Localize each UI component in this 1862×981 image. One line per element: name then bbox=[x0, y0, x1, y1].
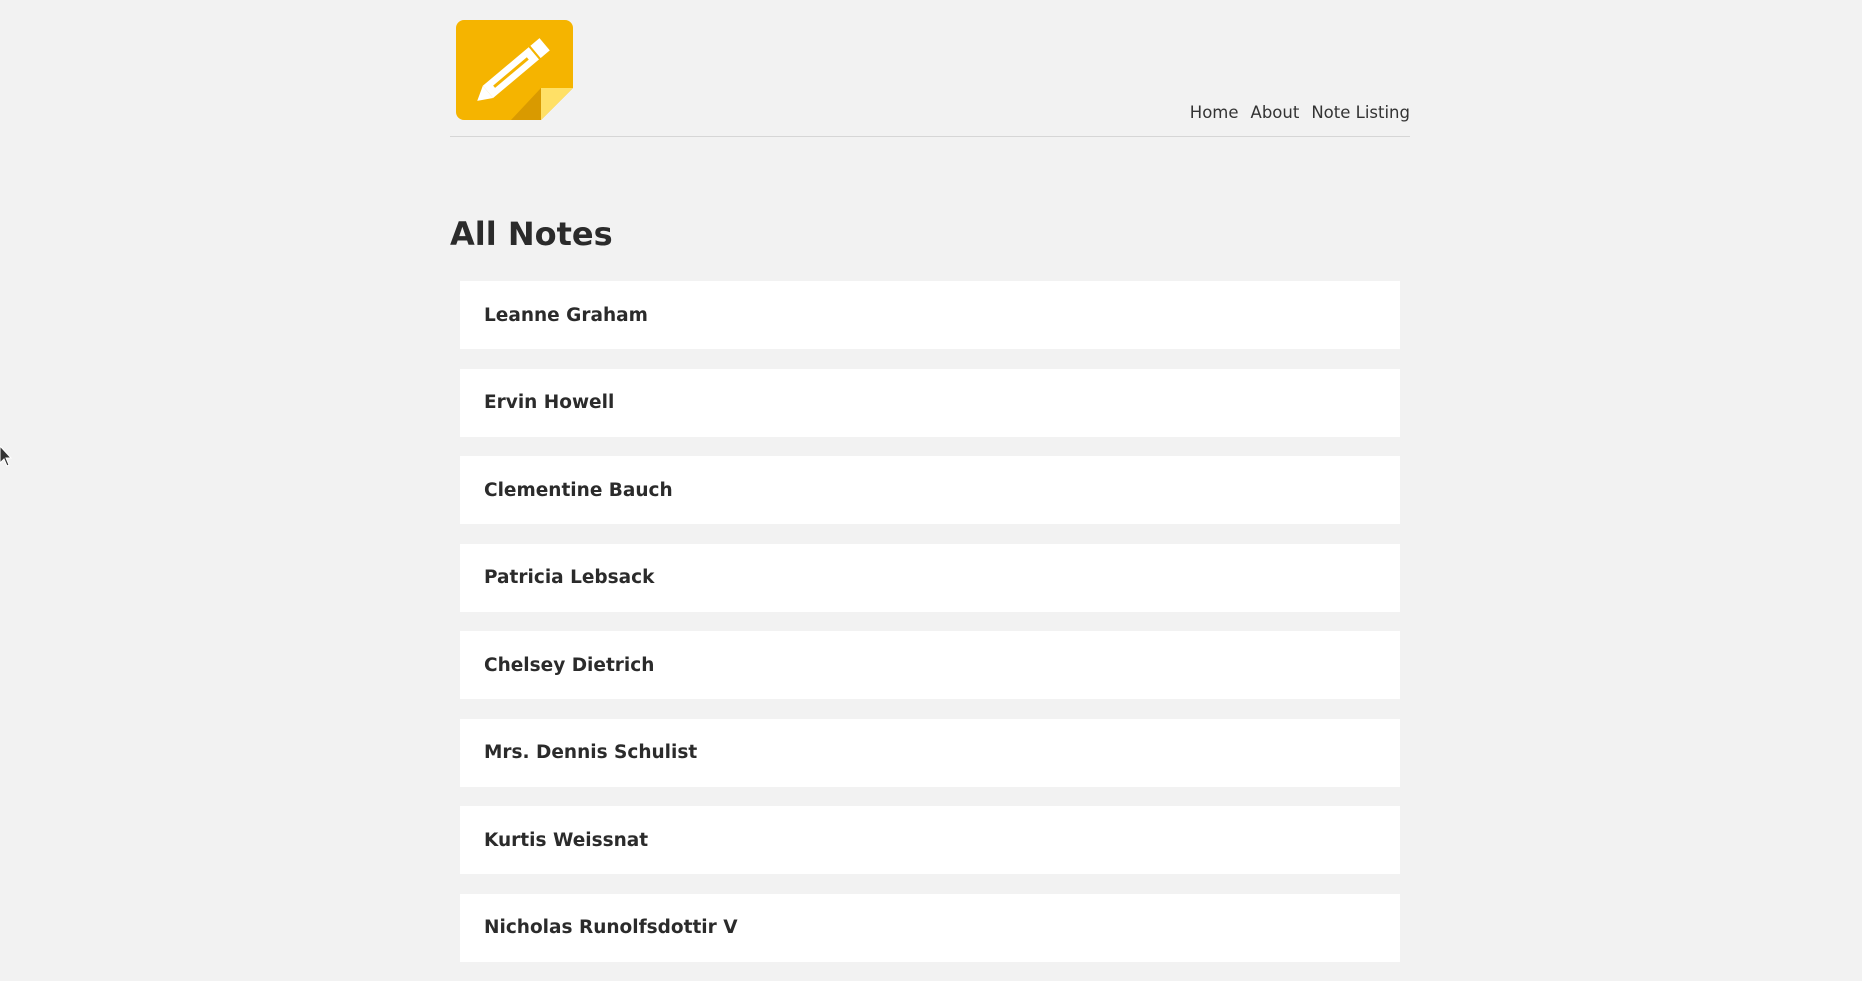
site-header: Home About Note Listing bbox=[450, 0, 1410, 137]
nav-note-listing-link[interactable]: Note Listing bbox=[1311, 103, 1410, 122]
note-item[interactable]: Clementine Bauch bbox=[460, 456, 1400, 524]
note-item[interactable]: Chelsey Dietrich bbox=[460, 631, 1400, 699]
mouse-pointer-icon bbox=[0, 446, 12, 467]
page-title: All Notes bbox=[450, 215, 613, 253]
note-item[interactable]: Nicholas Runolfsdottir V bbox=[460, 893, 1400, 962]
note-item[interactable]: Patricia Lebsack bbox=[460, 543, 1400, 612]
note-item[interactable]: Kurtis Weissnat bbox=[460, 806, 1400, 874]
note-item[interactable]: Ervin Howell bbox=[460, 368, 1400, 437]
notes-list: Leanne Graham Ervin Howell Clementine Ba… bbox=[460, 281, 1400, 981]
page-container: Home About Note Listing All Notes Leanne… bbox=[450, 0, 1410, 962]
note-item[interactable]: Mrs. Dennis Schulist bbox=[460, 718, 1400, 787]
nav-about-link[interactable]: About bbox=[1251, 103, 1300, 122]
main-nav: Home About Note Listing bbox=[1190, 103, 1410, 122]
note-item[interactable]: Leanne Graham bbox=[460, 281, 1400, 349]
nav-home-link[interactable]: Home bbox=[1190, 103, 1239, 122]
note-pencil-icon[interactable] bbox=[456, 20, 573, 120]
